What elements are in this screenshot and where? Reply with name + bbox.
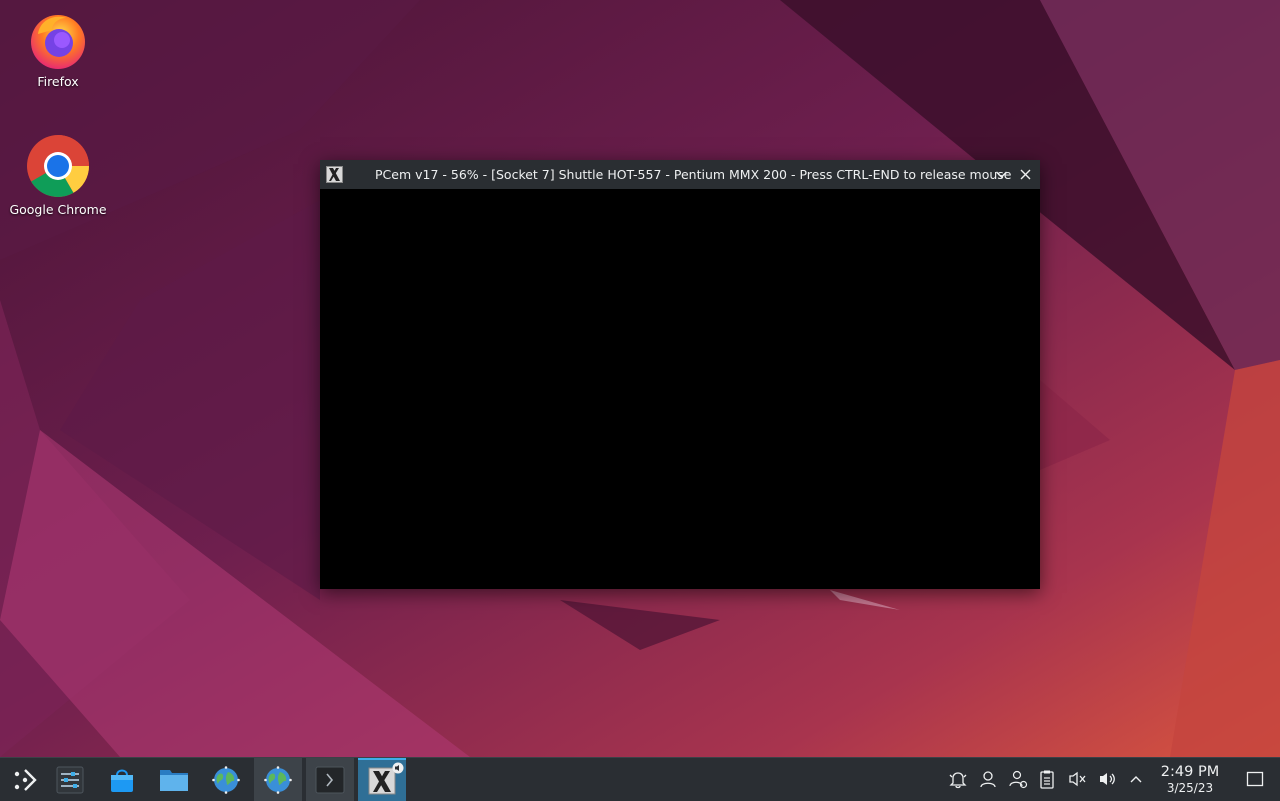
file-manager-button[interactable] [150, 758, 198, 801]
web-browser-button[interactable] [202, 758, 250, 801]
clipboard-icon[interactable] [1037, 769, 1057, 789]
minimize-chevron-icon[interactable] [994, 167, 1009, 182]
volume-icon[interactable] [1097, 769, 1117, 789]
desktop-icon-label: Google Chrome [9, 202, 107, 217]
desktop-icon-firefox[interactable]: Firefox [0, 10, 116, 89]
network-user-icon[interactable] [1008, 769, 1028, 789]
clock-time: 2:49 PM [1160, 764, 1220, 780]
settings-sliders-icon [56, 766, 84, 793]
emulator-screen[interactable] [320, 189, 1040, 589]
window-title: PCem v17 - 56% - [Socket 7] Shuttle HOT-… [375, 167, 1012, 182]
x-app-icon[interactable] [326, 166, 343, 183]
pcem-task-button[interactable] [358, 758, 406, 801]
chrome-icon [27, 135, 89, 197]
close-icon[interactable] [1018, 167, 1033, 182]
pcem-window[interactable]: PCem v17 - 56% - [Socket 7] Shuttle HOT-… [320, 160, 1040, 589]
terminal-task-button[interactable] [306, 758, 354, 801]
audio-playing-badge-icon [392, 762, 404, 774]
firefox-icon [31, 15, 85, 69]
desktop-icon-label: Firefox [37, 74, 79, 89]
store-bag-icon [111, 769, 133, 792]
globe-icon [212, 765, 240, 794]
expand-tray-icon[interactable] [1126, 769, 1146, 789]
window-titlebar[interactable]: PCem v17 - 56% - [Socket 7] Shuttle HOT-… [320, 160, 1040, 189]
web-browser-task-button[interactable] [254, 758, 302, 801]
digital-clock[interactable]: 2:49 PM 3/25/23 [1152, 764, 1228, 795]
desktop-icon-google-chrome[interactable]: Google Chrome [0, 134, 116, 217]
terminal-icon [315, 766, 345, 793]
muted-speaker-icon[interactable] [1067, 769, 1087, 789]
notifications-icon[interactable] [948, 769, 968, 789]
globe-icon [264, 765, 292, 794]
clock-date: 3/25/23 [1166, 781, 1214, 795]
show-desktop-icon[interactable] [1245, 769, 1265, 789]
taskbar: 2:49 PM 3/25/23 [0, 757, 1280, 801]
user-icon[interactable] [978, 769, 998, 789]
folder-icon [160, 769, 188, 791]
application-launcher-button[interactable] [0, 758, 48, 801]
discover-store-button[interactable] [98, 758, 146, 801]
system-settings-button[interactable] [46, 758, 94, 801]
launcher-icon [14, 768, 37, 791]
